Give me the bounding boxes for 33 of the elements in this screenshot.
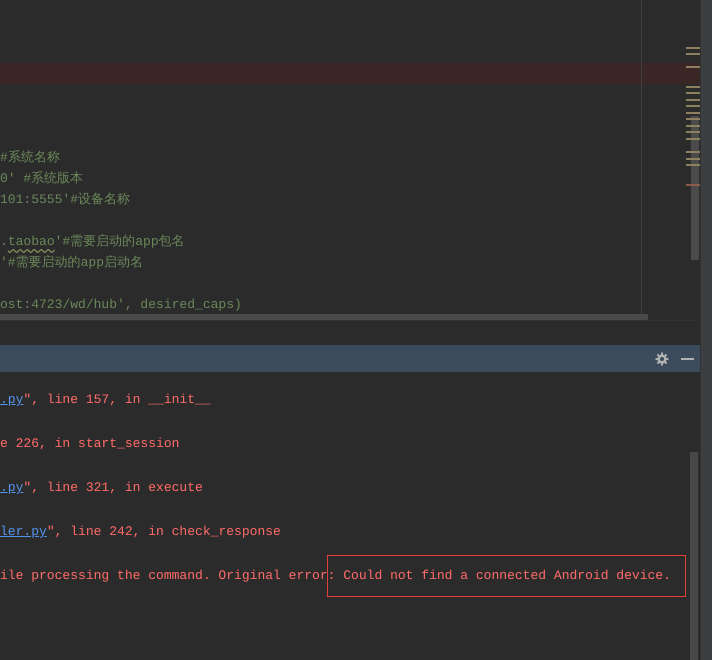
marker-stripe[interactable] <box>686 131 700 133</box>
code-line: .taobao'#需要启动的app包名 <box>0 234 185 249</box>
marker-stripe[interactable] <box>686 99 700 101</box>
marker-stripe[interactable] <box>686 105 700 107</box>
marker-stripe[interactable] <box>686 151 700 153</box>
file-link[interactable]: .py <box>0 480 24 495</box>
file-link[interactable]: ler.py <box>0 524 47 539</box>
marker-stripe[interactable] <box>686 53 700 55</box>
code-line: 0' #系统版本 <box>0 171 84 186</box>
settings-icon[interactable] <box>655 352 669 366</box>
console-line: .py", line 321, in execute <box>0 480 203 495</box>
marker-stripe[interactable] <box>686 112 700 114</box>
marker-stripe[interactable] <box>686 66 700 68</box>
console-line: ler.py", line 242, in check_response <box>0 524 281 539</box>
code-line: ost:4723/wd/hub', desired_caps) <box>0 297 242 312</box>
vertical-scrollbar[interactable] <box>690 452 698 660</box>
marker-stripe[interactable] <box>686 138 700 140</box>
marker-stripe[interactable] <box>686 184 700 186</box>
marker-stripe[interactable] <box>686 92 700 94</box>
marker-stripe[interactable] <box>686 158 700 160</box>
horizontal-scrollbar[interactable] <box>0 314 648 320</box>
console-line: .py", line 157, in __init__ <box>0 392 211 407</box>
code-line: '#需要启动的app启动名 <box>0 255 144 270</box>
marker-stripe[interactable] <box>686 86 700 88</box>
marker-stripe[interactable] <box>686 118 700 120</box>
code-line: #系统名称 <box>0 150 60 165</box>
marker-stripe[interactable] <box>686 47 700 49</box>
code-line: 101:5555'#设备名称 <box>0 192 130 207</box>
marker-stripe[interactable] <box>686 125 700 127</box>
minimize-icon[interactable] <box>681 358 694 360</box>
marker-stripe[interactable] <box>686 164 700 166</box>
console-line: e 226, in start_session <box>0 436 180 451</box>
file-link[interactable]: .py <box>0 392 24 407</box>
